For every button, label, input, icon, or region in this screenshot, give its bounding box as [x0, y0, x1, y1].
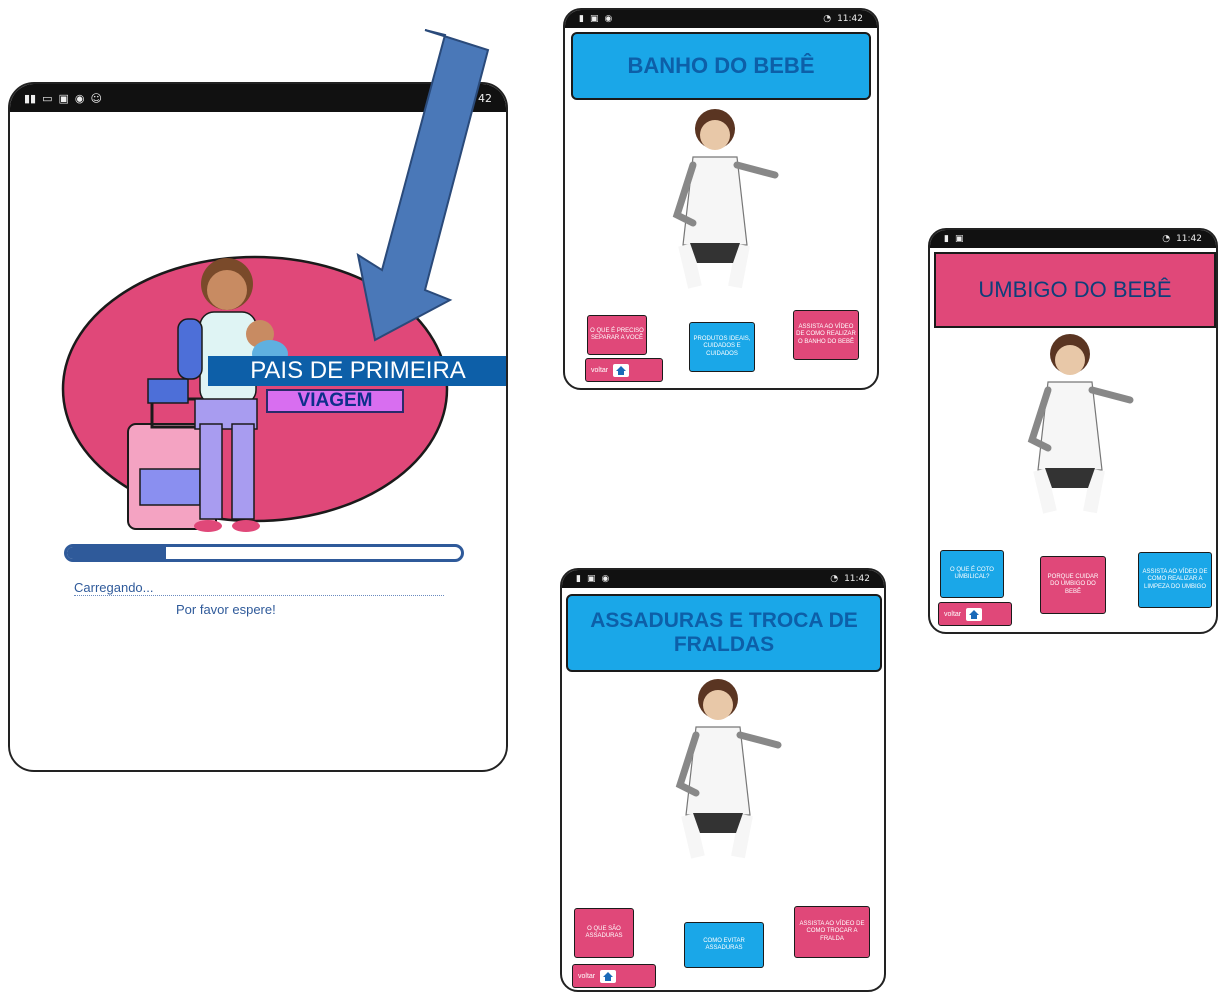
screen-title: BANHO DO BEBÊ: [571, 32, 871, 100]
back-button[interactable]: voltar: [585, 358, 663, 382]
nurse-illustration: [675, 679, 782, 859]
bubble-why-care[interactable]: PORQUE CUIDAR DO UMBIGO DO BEBÊ: [1040, 556, 1106, 614]
sim-icon: ▭: [42, 91, 53, 105]
home-icon[interactable]: [613, 363, 630, 377]
bubble-diaper-video[interactable]: ASSISTA AO VÍDEO DE COMO TROCAR A FRALDA: [794, 906, 870, 958]
app-title-line1: PAIS DE PRIMEIRA: [250, 357, 466, 385]
back-button[interactable]: voltar: [938, 602, 1012, 626]
gallery-icon: ▣: [58, 91, 69, 105]
signal-icon: ▮: [576, 574, 581, 584]
gallery-icon: ▣: [954, 234, 964, 244]
loading-progress-bar: [64, 544, 464, 562]
loading-progress-fill: [67, 547, 166, 559]
signal-icon: ▮: [579, 14, 584, 24]
bubble-avoid-rashes[interactable]: COMO EVITAR ASSADURAS: [684, 922, 764, 968]
status-time: 11:42: [844, 574, 870, 584]
wait-text: Por favor espere!: [176, 602, 276, 617]
wifi-icon: ◔: [823, 14, 832, 24]
signal-icon: ▮▮: [24, 91, 37, 105]
chat-icon: ◉: [74, 91, 85, 105]
bubble-what-to-prepare[interactable]: O QUE É PRECISO SEPARAR A VOCÊ: [587, 315, 647, 355]
app-title-line2: VIAGEM: [266, 389, 404, 413]
bubble-cleaning-video[interactable]: ASSISTA AO VÍDEO DE COMO REALIZAR A LIMP…: [1138, 552, 1212, 608]
back-button[interactable]: voltar: [572, 964, 656, 988]
loading-text-row: Carregando...: [74, 580, 444, 596]
smiley-icon: ☺: [90, 91, 102, 105]
chat-icon: ◉: [601, 574, 610, 584]
wifi-icon: ◔: [830, 574, 839, 584]
status-bar: ▮ ▣ ◉ ◔ 11:42: [565, 10, 877, 28]
screen-title: ASSADURAS E TROCA DE FRALDAS: [566, 594, 882, 672]
status-time: 11:42: [1176, 234, 1202, 244]
arrow-down-icon: [356, 29, 490, 342]
bath-screen-phone: ▮ ▣ ◉ ◔ 11:42 BANHO DO BEBÊ O QUE É PREC…: [563, 8, 879, 390]
gallery-icon: ▣: [589, 14, 599, 24]
diaper-screen-phone: ▮ ▣ ◉ ◔ 11:42 ASSADURAS E TROCA DE FRALD…: [560, 568, 886, 992]
nurse-illustration: [672, 109, 779, 289]
wifi-icon: ◔: [1162, 234, 1171, 244]
status-bar: ▮ ▣ ◔ 11:42: [930, 230, 1216, 248]
status-bar: ▮ ▣ ◉ ◔ 11:42: [562, 570, 884, 588]
chat-icon: ◉: [604, 14, 613, 24]
screen-title: UMBIGO DO BEBÊ: [934, 252, 1216, 328]
bubble-ideal-products[interactable]: PRODUTOS IDEAIS, CUIDADOS E CUIDADOS: [689, 322, 755, 372]
gallery-icon: ▣: [586, 574, 596, 584]
app-title-banner: PAIS DE PRIMEIRA: [208, 356, 506, 386]
bubble-what-are-rashes[interactable]: O QUE SÃO ASSADURAS: [574, 908, 634, 958]
loading-text: Carregando: [74, 580, 143, 595]
home-icon[interactable]: [600, 969, 617, 983]
home-icon[interactable]: [966, 607, 983, 621]
umbilical-screen-phone: ▮ ▣ ◔ 11:42 UMBIGO DO BEBÊ O QUE É COTO …: [928, 228, 1218, 634]
nurse-illustration: [1027, 334, 1134, 514]
signal-icon: ▮: [944, 234, 949, 244]
bubble-what-is-cord[interactable]: O QUE É COTO UMBILICAL?: [940, 550, 1004, 598]
bubble-bath-video[interactable]: ASSISTA AO VÍDEO DE COMO REALIZAR O BANH…: [793, 310, 859, 360]
status-time: 11:42: [837, 14, 863, 24]
